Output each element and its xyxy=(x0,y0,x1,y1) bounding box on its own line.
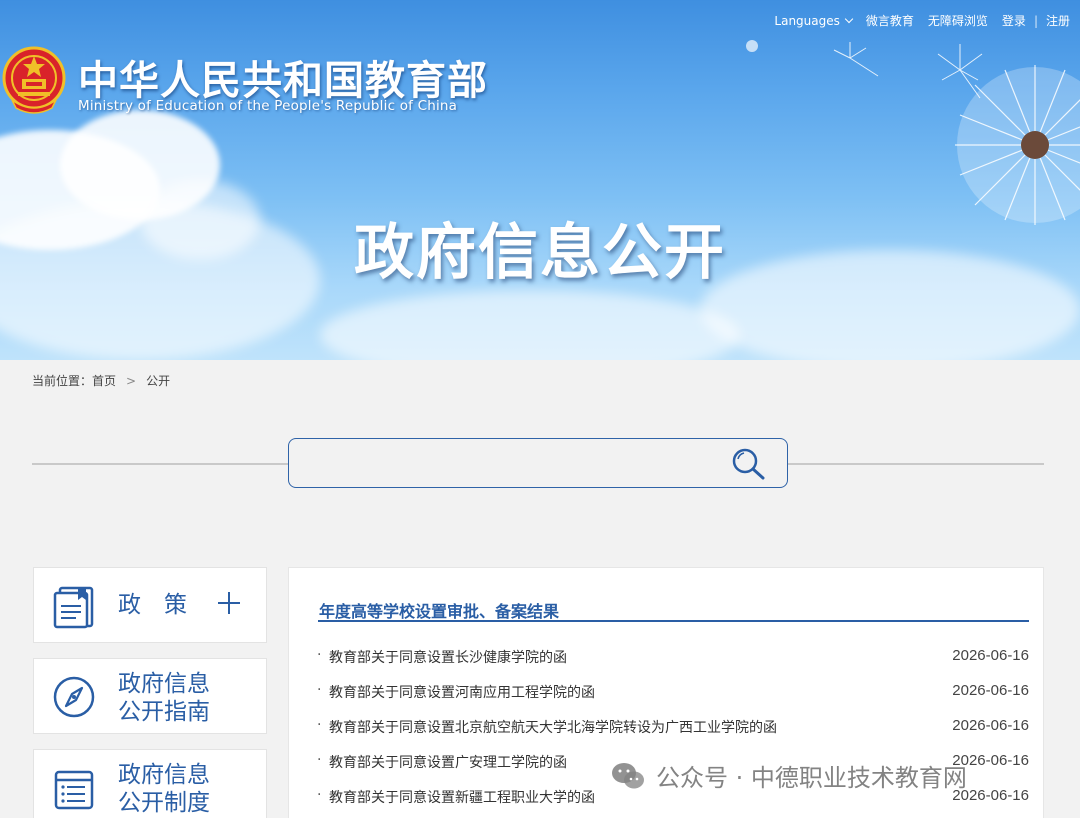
fluff-decoration xyxy=(746,40,758,52)
sidebar-item-guide[interactable]: 政府信息 公开指南 xyxy=(33,658,267,734)
languages-dropdown[interactable]: Languages xyxy=(774,14,854,28)
search-input[interactable] xyxy=(301,447,721,479)
compass-icon xyxy=(53,676,95,718)
sidebar-item-policy[interactable]: 政 策 xyxy=(33,567,267,643)
sidebar-item-label: 政 策 xyxy=(118,592,187,618)
search-box xyxy=(288,438,788,488)
section-divider xyxy=(318,620,1029,622)
link-separator: | xyxy=(1033,13,1038,28)
fluff-decoration xyxy=(833,42,879,77)
sidebar-item-label: 公开指南 xyxy=(118,699,210,725)
list-item[interactable]: · 教育部关于同意设置长沙健康学院的函 2026-06-16 xyxy=(317,647,1029,671)
bullet: · xyxy=(317,717,322,733)
bullet: · xyxy=(317,787,322,803)
breadcrumb: 当前位置： 首页 > 公开 xyxy=(32,372,170,389)
item-title-link[interactable]: 教育部关于同意设置北京航空航天大学北海学院转设为广西工业学院的函 xyxy=(329,717,777,737)
expand-plus-icon[interactable] xyxy=(218,592,240,614)
accessible-browse-link[interactable]: 无障碍浏览 xyxy=(928,12,988,29)
breadcrumb-prefix: 当前位置： xyxy=(32,374,93,388)
watermark-text: 公众号 · 中德职业技术教育网 xyxy=(656,764,967,792)
item-date: 2026-06-16 xyxy=(952,717,1029,734)
page-title: 政府信息公开 xyxy=(354,218,726,288)
bullet: · xyxy=(317,752,322,768)
item-title-link[interactable]: 教育部关于同意设置河南应用工程学院的函 xyxy=(329,682,595,702)
breadcrumb-current: 公开 xyxy=(146,374,171,388)
bullet: · xyxy=(317,682,322,698)
fluff-decoration xyxy=(937,44,983,99)
search-icon[interactable] xyxy=(731,447,767,481)
sidebar-item-system[interactable]: 政府信息 公开制度 xyxy=(33,749,267,818)
national-emblem-icon[interactable] xyxy=(2,46,66,114)
list-item[interactable]: · 教育部关于同意设置北京航空航天大学北海学院转设为广西工业学院的函 2026-… xyxy=(317,717,1029,741)
header-banner: Languages 微言教育 无障碍浏览 登录 | 注册 中华人民共和国教育部 … xyxy=(0,0,1080,360)
item-date: 2026-06-16 xyxy=(952,647,1029,664)
divider-line xyxy=(788,463,1044,465)
list-item[interactable]: · 教育部关于同意设置河南应用工程学院的函 2026-06-16 xyxy=(317,682,1029,706)
breadcrumb-arrow-icon: > xyxy=(126,373,137,388)
bullet: · xyxy=(317,647,322,663)
divider-line xyxy=(32,463,288,465)
wechat-icon xyxy=(612,762,644,788)
register-link[interactable]: 注册 xyxy=(1046,12,1070,29)
cloud-decoration xyxy=(320,290,740,360)
breadcrumb-home-link[interactable]: 首页 xyxy=(92,372,116,389)
site-logo-subtitle: Ministry of Education of the People's Re… xyxy=(78,98,458,114)
section-title: 年度高等学校设置审批、备案结果 xyxy=(319,602,560,621)
item-date: 2026-06-16 xyxy=(952,682,1029,699)
top-links: Languages 微言教育 无障碍浏览 登录 | 注册 xyxy=(760,12,1070,29)
item-title-link[interactable]: 教育部关于同意设置长沙健康学院的函 xyxy=(329,647,567,667)
item-title-link[interactable]: 教育部关于同意设置新疆工程职业大学的函 xyxy=(329,787,595,807)
chevron-down-icon xyxy=(844,14,854,23)
watermark: 公众号 · 中德职业技术教育网 xyxy=(610,758,967,793)
sidebar-item-label: 公开制度 xyxy=(118,790,210,816)
login-link[interactable]: 登录 xyxy=(1002,12,1026,29)
sidebar-item-label: 政府信息 xyxy=(118,762,210,788)
policy-document-icon xyxy=(53,586,94,629)
item-title-link[interactable]: 教育部关于同意设置广安理工学院的函 xyxy=(329,752,567,772)
sidebar-item-label: 政府信息 xyxy=(118,671,210,697)
list-document-icon xyxy=(54,770,94,810)
weiyan-link[interactable]: 微言教育 xyxy=(866,12,914,29)
